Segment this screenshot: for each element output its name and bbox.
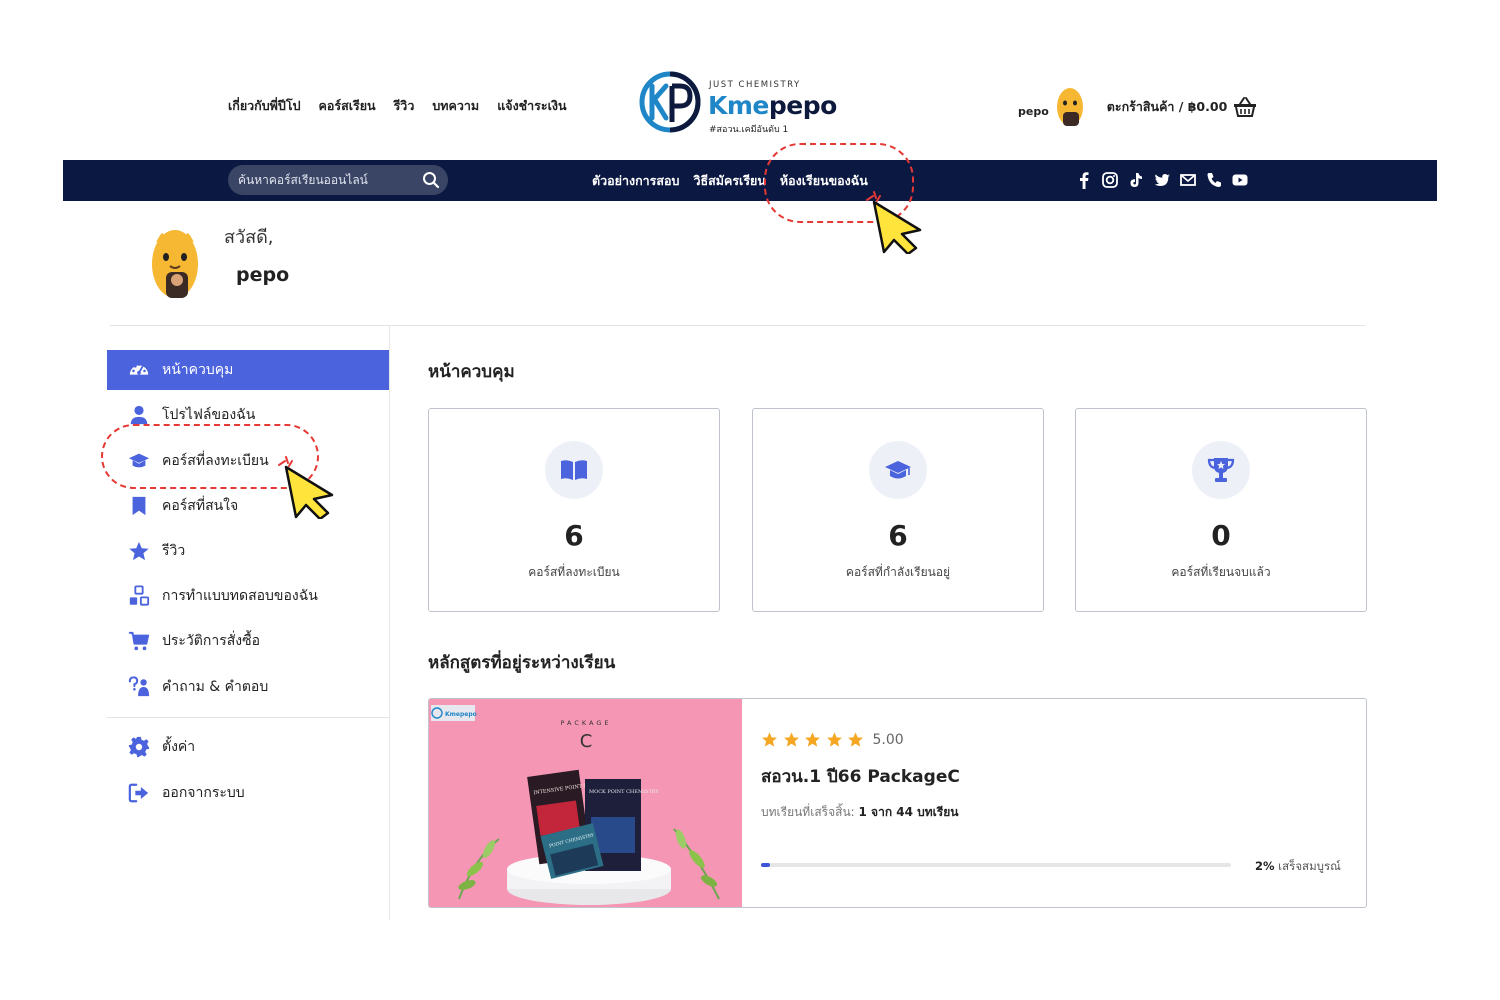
sidebar-separator xyxy=(107,717,389,718)
logout-icon xyxy=(127,781,151,805)
pointer-cursor-icon xyxy=(866,191,922,254)
in-progress-title: หลักสูตรที่อยู่ระหว่างเรียน xyxy=(428,653,616,673)
sidebar-item-label: คำถาม & คำตอบ xyxy=(162,679,269,695)
thumb-book-2: MOCK POINT CHEMISTRY xyxy=(589,789,659,795)
star-icon xyxy=(127,539,151,563)
nav-payment[interactable]: แจ้งชำระเงิน xyxy=(488,96,575,116)
search-input[interactable] xyxy=(238,173,418,187)
sidebar-item-label: ออกจากระบบ xyxy=(162,785,245,801)
sidebar-item-dashboard[interactable]: หน้าควบคุม xyxy=(107,350,389,390)
pointer-cursor-icon xyxy=(278,456,334,519)
stat-label: คอร์สที่เรียนจบแล้ว xyxy=(1171,565,1271,579)
sidebar-item-reviews[interactable]: รีวิว xyxy=(107,531,389,571)
course-rating: 5.00 xyxy=(761,731,904,748)
star-icon xyxy=(805,732,820,747)
profile-avatar[interactable] xyxy=(150,228,200,300)
rating-value: 5.00 xyxy=(872,731,904,748)
stat-card-enrolled: 6 คอร์สที่ลงทะเบียน xyxy=(428,408,720,612)
book-icon xyxy=(545,441,603,499)
header-account: pepo ตะกร้าสินค้า / ฿0.00 xyxy=(1018,86,1257,128)
nav-how-to-apply[interactable]: วิธีสมัครเรียน xyxy=(693,171,765,191)
sidebar-item-label: รีวิว xyxy=(162,543,186,559)
sidebar-item-settings[interactable]: ตั้งค่า xyxy=(107,727,389,767)
twitter-icon[interactable] xyxy=(1153,170,1171,190)
cart-link[interactable]: ตะกร้าสินค้า / ฿0.00 xyxy=(1107,97,1228,117)
sidebar-item-order-history[interactable]: ประวัติการสั่งซื้อ xyxy=(107,621,389,661)
stat-card-in-progress: 6 คอร์สที่กำลังเรียนอยู่ xyxy=(752,408,1044,612)
sidebar-item-label: หน้าควบคุม xyxy=(162,362,234,378)
main-navbar: ตัวอย่างการสอบ วิธีสมัครเรียน ห้องเรียนข… xyxy=(63,154,1437,201)
course-progress-label: 2% เสร็จสมบูรณ์ xyxy=(1255,859,1341,873)
greeting-text: สวัสดี, xyxy=(224,227,274,248)
stat-value: 6 xyxy=(564,519,584,552)
sidebar-item-label: โปรไฟล์ของฉัน xyxy=(162,407,256,423)
logo-subtitle: #สอวน.เคมีอันดับ 1 xyxy=(709,125,789,135)
star-icon xyxy=(848,732,863,747)
sidebar-item-wishlist[interactable]: คอร์สที่สนใจ xyxy=(107,486,389,526)
social-links xyxy=(1075,170,1249,190)
gear-icon xyxy=(127,735,151,759)
star-icon xyxy=(783,732,799,747)
youtube-icon[interactable] xyxy=(1231,170,1249,190)
stat-value: 6 xyxy=(888,519,908,552)
stat-card-completed: 0 คอร์สที่เรียนจบแล้ว xyxy=(1075,408,1367,612)
page-title: หน้าควบคุม xyxy=(428,362,515,382)
trophy-icon xyxy=(1192,441,1250,499)
header-avatar[interactable] xyxy=(1054,86,1085,128)
star-icon xyxy=(826,732,842,747)
stat-label: คอร์สที่กำลังเรียนอยู่ xyxy=(845,565,951,579)
stat-value: 0 xyxy=(1211,519,1231,552)
stat-label: คอร์สที่ลงทะเบียน xyxy=(528,565,620,579)
logo-mark-icon xyxy=(639,71,701,133)
search-icon[interactable] xyxy=(422,171,440,189)
star-icon xyxy=(762,732,777,747)
nav-articles[interactable]: บทความ xyxy=(423,96,488,116)
mail-icon[interactable] xyxy=(1179,170,1197,190)
greeting-username: pepo xyxy=(236,264,290,286)
phone-icon[interactable] xyxy=(1205,170,1223,190)
thumb-package-letter: C xyxy=(580,731,593,752)
sidebar-item-my-quizzes[interactable]: การทำแบบทดสอบของฉัน xyxy=(107,576,389,616)
basket-icon[interactable] xyxy=(1233,96,1257,118)
course-thumbnail[interactable]: Kmepepo PACKAGE C INTENSIVE POINT CHEMIS… xyxy=(429,699,742,907)
facebook-icon[interactable] xyxy=(1075,170,1093,190)
dashboard-icon xyxy=(127,358,151,382)
site-logo[interactable]: JUST CHEMISTRY Kmepepo #สอวน.เคมีอันดับ … xyxy=(638,70,848,136)
tiktok-icon[interactable] xyxy=(1127,170,1145,190)
cart-icon xyxy=(127,629,151,653)
sidebar-item-qa[interactable]: คำถาม & คำตอบ xyxy=(107,667,389,707)
sidebar-item-label: ตั้งค่า xyxy=(162,739,196,755)
nav-courses[interactable]: คอร์สเรียน xyxy=(310,96,385,116)
course-progress-bar xyxy=(761,863,1231,867)
nav-about[interactable]: เกี่ยวกับพี่ปีโป xyxy=(228,96,310,116)
thumb-package-label: PACKAGE xyxy=(561,719,612,727)
sidebar-divider xyxy=(389,326,390,920)
logo-name: Kmepepo xyxy=(708,91,837,120)
course-progress-fill xyxy=(761,863,771,867)
sidebar-item-label: ประวัติการสั่งซื้อ xyxy=(162,633,261,649)
course-lessons-completed: บทเรียนที่เสร็จสิ้น: 1 จาก 44 บทเรียน xyxy=(761,805,959,819)
logo-tagline: JUST CHEMISTRY xyxy=(709,80,801,90)
sidebar-item-label: การทำแบบทดสอบของฉัน xyxy=(162,588,318,604)
search-box xyxy=(228,165,448,195)
course-title[interactable]: สอวน.1 ปี66 PackageC xyxy=(761,763,960,790)
sidebar-item-label: คอร์สที่สนใจ xyxy=(162,498,239,514)
instagram-icon[interactable] xyxy=(1101,170,1119,190)
course-card[interactable]: Kmepepo PACKAGE C INTENSIVE POINT CHEMIS… xyxy=(428,698,1367,908)
divider xyxy=(110,325,1365,326)
nav-exam-samples[interactable]: ตัวอย่างการสอบ xyxy=(592,171,679,191)
top-nav: เกี่ยวกับพี่ปีโป คอร์สเรียน รีวิว บทความ… xyxy=(228,96,576,116)
bookmark-icon xyxy=(127,494,151,518)
nav-reviews[interactable]: รีวิว xyxy=(385,96,424,116)
question-icon xyxy=(127,675,151,699)
quiz-icon xyxy=(127,584,151,608)
header-username[interactable]: pepo xyxy=(1018,105,1049,118)
graduation-cap-icon xyxy=(869,441,927,499)
thumb-logo: Kmepepo xyxy=(445,711,477,718)
sidebar-item-logout[interactable]: ออกจากระบบ xyxy=(107,773,389,813)
